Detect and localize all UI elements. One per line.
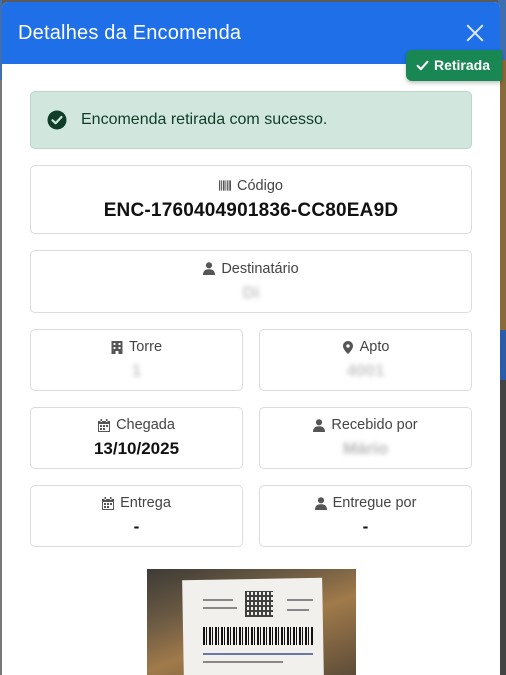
delivery-label: Entrega (102, 495, 171, 511)
user-icon (314, 496, 327, 510)
recipient-value: Di (242, 282, 260, 302)
user-icon (313, 418, 326, 432)
modal-title: Detalhes da Encomenda (18, 21, 242, 44)
modal-body: Encomenda retirada com sucesso. Código E… (2, 64, 500, 675)
success-alert: Encomenda retirada com sucesso. (30, 91, 472, 149)
status-badge-label: Retirada (433, 57, 490, 73)
map-pin-icon (342, 340, 353, 354)
code-card: Código ENC-1760404901836-CC80EA9D (30, 165, 472, 234)
code-label-text: Código (237, 177, 283, 194)
arrival-row: Chegada 13/10/2025 Recebido por Mário (30, 407, 472, 469)
code-label: Código (219, 178, 283, 194)
package-photo[interactable] (146, 569, 356, 675)
check-circle-icon (47, 110, 67, 130)
delivered-by-card: Entregue por - (259, 485, 472, 547)
delivered-by-label: Entregue por (314, 495, 417, 511)
tower-card: Torre 1 (30, 329, 243, 391)
received-by-value: Mário (342, 439, 389, 458)
order-details-modal: Detalhes da Encomenda Retirada Encomenda… (2, 2, 502, 675)
delivery-row: Entrega - Entregue por - (30, 485, 472, 547)
calendar-icon (102, 496, 115, 510)
user-icon (203, 262, 216, 275)
arrival-value: 13/10/2025 (93, 439, 180, 458)
delivery-value: - (133, 517, 140, 536)
qr-code-graphic (244, 591, 273, 617)
package-photo-container (30, 569, 472, 675)
delivery-card: Entrega - (30, 485, 243, 547)
arrival-card: Chegada 13/10/2025 (30, 407, 243, 469)
arrival-label-text: Chegada (116, 417, 175, 433)
received-by-label-text: Recebido por (331, 417, 418, 433)
apartment-label-text: Apto (359, 339, 390, 355)
building-icon (111, 340, 123, 354)
recipient-label: Destinatário (203, 260, 299, 277)
received-by-label: Recebido por (313, 417, 418, 433)
barcode-icon (219, 180, 232, 191)
shipping-barcode-graphic (202, 627, 313, 645)
delivered-by-label-text: Entregue por (332, 495, 417, 511)
tower-value: 1 (131, 361, 142, 380)
arrival-label: Chegada (98, 417, 175, 433)
delivered-by-value: - (362, 517, 369, 536)
delivery-label-text: Entrega (120, 495, 171, 511)
check-icon (416, 60, 429, 70)
status-badge: Retirada (405, 50, 502, 81)
recipient-card: Destinatário Di (30, 250, 472, 313)
location-row: Torre 1 Apto 4001 (30, 329, 472, 391)
received-by-card: Recebido por Mário (259, 407, 472, 469)
tower-label-text: Torre (128, 339, 163, 355)
code-value: ENC-1760404901836-CC80EA9D (103, 199, 399, 221)
tower-label: Torre (111, 339, 162, 355)
alert-message: Encomenda retirada com sucesso. (81, 111, 328, 128)
recipient-label-text: Destinatário (221, 260, 299, 277)
apartment-card: Apto 4001 (259, 329, 472, 391)
calendar-icon (98, 418, 111, 432)
apartment-value: 4001 (346, 361, 385, 380)
apartment-label: Apto (342, 339, 390, 355)
close-icon[interactable] (462, 21, 486, 45)
